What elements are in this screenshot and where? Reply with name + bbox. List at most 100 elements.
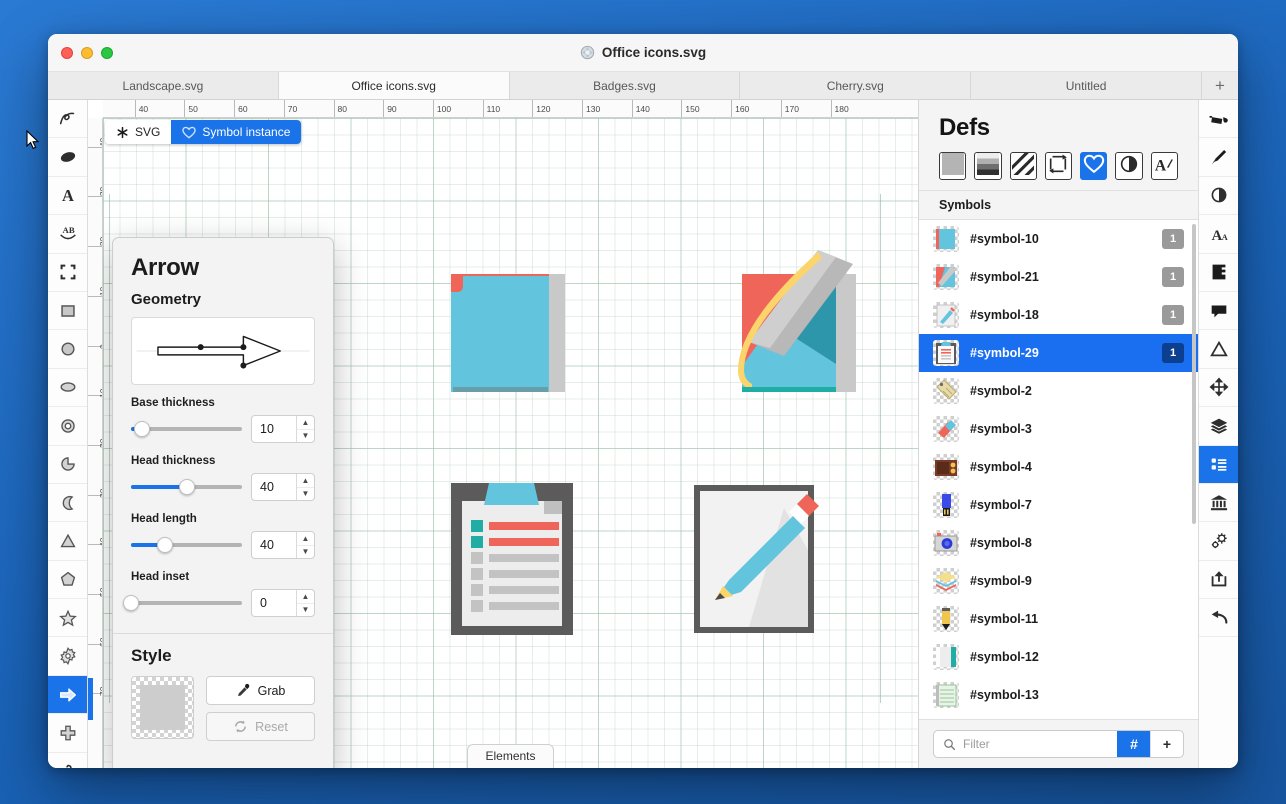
- vertical-ruler[interactable]: 706050403020100-10-20-30-40-50: [88, 118, 103, 768]
- slider-head-inset[interactable]: [131, 595, 242, 611]
- slider-knob[interactable]: [123, 595, 139, 611]
- defs-type-gradient-icon[interactable]: [974, 152, 1001, 180]
- drawing-canvas[interactable]: SVG Symbol instance Elements: [103, 118, 918, 768]
- tool-arrow-icon[interactable]: [48, 676, 87, 714]
- reset-button[interactable]: Reset: [206, 712, 315, 741]
- symbol-row[interactable]: #symbol-101: [919, 220, 1198, 258]
- curled-page-art[interactable]: [718, 246, 883, 396]
- slider-knob[interactable]: [157, 537, 173, 553]
- grab-button[interactable]: Grab: [206, 676, 315, 705]
- symbols-list[interactable]: #symbol-101#symbol-211#symbol-181#symbol…: [919, 220, 1198, 719]
- tool-rectangle-icon[interactable]: [48, 292, 87, 330]
- clipboard-checklist-art[interactable]: [441, 473, 581, 638]
- tool-pentagon-icon[interactable]: [48, 561, 87, 599]
- tool-defs-list-icon[interactable]: [1199, 446, 1238, 484]
- symbol-row[interactable]: #symbol-181: [919, 296, 1198, 334]
- stepper-base-thickness[interactable]: 10▲▼: [251, 415, 315, 443]
- tool-triangle-icon[interactable]: [48, 522, 87, 560]
- tool-gear-icon[interactable]: [48, 637, 87, 675]
- slider-base-thickness[interactable]: [131, 421, 242, 437]
- stepper-head-length[interactable]: 40▲▼: [251, 531, 315, 559]
- stepper-down-icon[interactable]: ▼: [297, 604, 314, 617]
- tool-undo-icon[interactable]: [1199, 599, 1238, 637]
- tool-star-icon[interactable]: [48, 599, 87, 637]
- stepper-value[interactable]: 40: [252, 474, 296, 500]
- stepper-value[interactable]: 10: [252, 416, 296, 442]
- tool-library-icon[interactable]: [1199, 484, 1238, 522]
- tool-crescent-icon[interactable]: [48, 484, 87, 522]
- tab-landscape-svg[interactable]: Landscape.svg: [48, 72, 279, 99]
- filter-input[interactable]: Filter: [934, 731, 1117, 757]
- tool-comment-icon[interactable]: [1199, 292, 1238, 330]
- tool-blob-brush-icon[interactable]: [48, 138, 87, 176]
- tool-layers-icon[interactable]: [1199, 407, 1238, 445]
- elements-tab[interactable]: Elements: [467, 744, 553, 768]
- style-swatch[interactable]: [131, 676, 194, 739]
- pencil-paper-art[interactable]: [689, 480, 819, 638]
- stepper-down-icon[interactable]: ▼: [297, 546, 314, 559]
- tool-text-icon[interactable]: A: [48, 177, 87, 215]
- symbol-row[interactable]: #symbol-4: [919, 448, 1198, 486]
- tool-pen-curve-icon[interactable]: [48, 100, 87, 138]
- symbol-row[interactable]: #symbol-13: [919, 676, 1198, 714]
- tool-typography-icon[interactable]: AA: [1199, 215, 1238, 253]
- tab-untitled[interactable]: Untitled: [971, 72, 1202, 99]
- tool-cross-icon[interactable]: [48, 714, 87, 752]
- tool-ruler-icon[interactable]: [1199, 254, 1238, 292]
- tab-office-icons-svg[interactable]: Office icons.svg: [279, 72, 510, 99]
- stepper-down-icon[interactable]: ▼: [297, 488, 314, 501]
- filter-hash-button[interactable]: #: [1117, 731, 1150, 757]
- tool-transform-move-icon[interactable]: [1199, 369, 1238, 407]
- stepper-value[interactable]: 0: [252, 590, 296, 616]
- tool-settings-gears-icon[interactable]: [1199, 522, 1238, 560]
- badge-type[interactable]: SVG: [105, 120, 171, 144]
- tool-export-icon[interactable]: [1199, 561, 1238, 599]
- badge-selection[interactable]: Symbol instance: [171, 120, 301, 144]
- stepper-up-icon[interactable]: ▲: [297, 474, 314, 488]
- slider-head-length[interactable]: [131, 537, 242, 553]
- filter-add-button[interactable]: +: [1150, 731, 1183, 757]
- slider-knob[interactable]: [179, 479, 195, 495]
- tool-ellipse-icon[interactable]: [48, 369, 87, 407]
- folder-icon-art[interactable]: [443, 258, 583, 398]
- symbol-row[interactable]: #symbol-2: [919, 372, 1198, 410]
- tab-badges-svg[interactable]: Badges.svg: [510, 72, 741, 99]
- tool-shape-triangle-icon[interactable]: [1199, 330, 1238, 368]
- new-tab-button[interactable]: +: [1202, 72, 1238, 99]
- tool-stroke-brush-icon[interactable]: [1199, 138, 1238, 176]
- defs-type-filter-icon[interactable]: [1115, 152, 1142, 180]
- tool-text-on-path-icon[interactable]: AB: [48, 215, 87, 253]
- arrow-geometry-preview[interactable]: [131, 317, 315, 385]
- stepper-up-icon[interactable]: ▲: [297, 416, 314, 430]
- stepper-head-inset[interactable]: 0▲▼: [251, 589, 315, 617]
- tool-fill-bucket-icon[interactable]: [1199, 100, 1238, 138]
- symbol-row[interactable]: #symbol-11: [919, 600, 1198, 638]
- stepper-down-icon[interactable]: ▼: [297, 430, 314, 443]
- tab-cherry-svg[interactable]: Cherry.svg: [740, 72, 971, 99]
- slider-head-thickness[interactable]: [131, 479, 242, 495]
- stepper-value[interactable]: 40: [252, 532, 296, 558]
- defs-type-font-icon[interactable]: A: [1151, 152, 1178, 180]
- symbol-row[interactable]: #symbol-211: [919, 258, 1198, 296]
- stepper-head-thickness[interactable]: 40▲▼: [251, 473, 315, 501]
- tool-circle-icon[interactable]: [48, 330, 87, 368]
- symbol-row[interactable]: #symbol-3: [919, 410, 1198, 448]
- defs-type-marker-icon[interactable]: [1045, 152, 1072, 180]
- tool-pie-icon[interactable]: [48, 446, 87, 484]
- stepper-up-icon[interactable]: ▲: [297, 532, 314, 546]
- stepper-up-icon[interactable]: ▲: [297, 590, 314, 604]
- tool-concentric-circles-icon[interactable]: [48, 407, 87, 445]
- tool-crop-select-icon[interactable]: [48, 254, 87, 292]
- symbols-scrollbar[interactable]: [1192, 224, 1196, 524]
- symbol-row[interactable]: #symbol-9: [919, 562, 1198, 600]
- horizontal-ruler[interactable]: 3040506070809010011012013014015016017018…: [103, 100, 918, 118]
- defs-type-pattern-icon[interactable]: [1010, 152, 1037, 180]
- symbol-row[interactable]: #symbol-12: [919, 638, 1198, 676]
- symbol-row[interactable]: #symbol-8: [919, 524, 1198, 562]
- symbol-row[interactable]: #symbol-7: [919, 486, 1198, 524]
- defs-type-symbol-heart-icon[interactable]: [1080, 152, 1107, 180]
- tool-spiral-icon[interactable]: [48, 753, 87, 768]
- symbol-row[interactable]: #symbol-291: [919, 334, 1198, 372]
- slider-knob[interactable]: [134, 421, 150, 437]
- defs-type-solid-fill-icon[interactable]: [939, 152, 966, 180]
